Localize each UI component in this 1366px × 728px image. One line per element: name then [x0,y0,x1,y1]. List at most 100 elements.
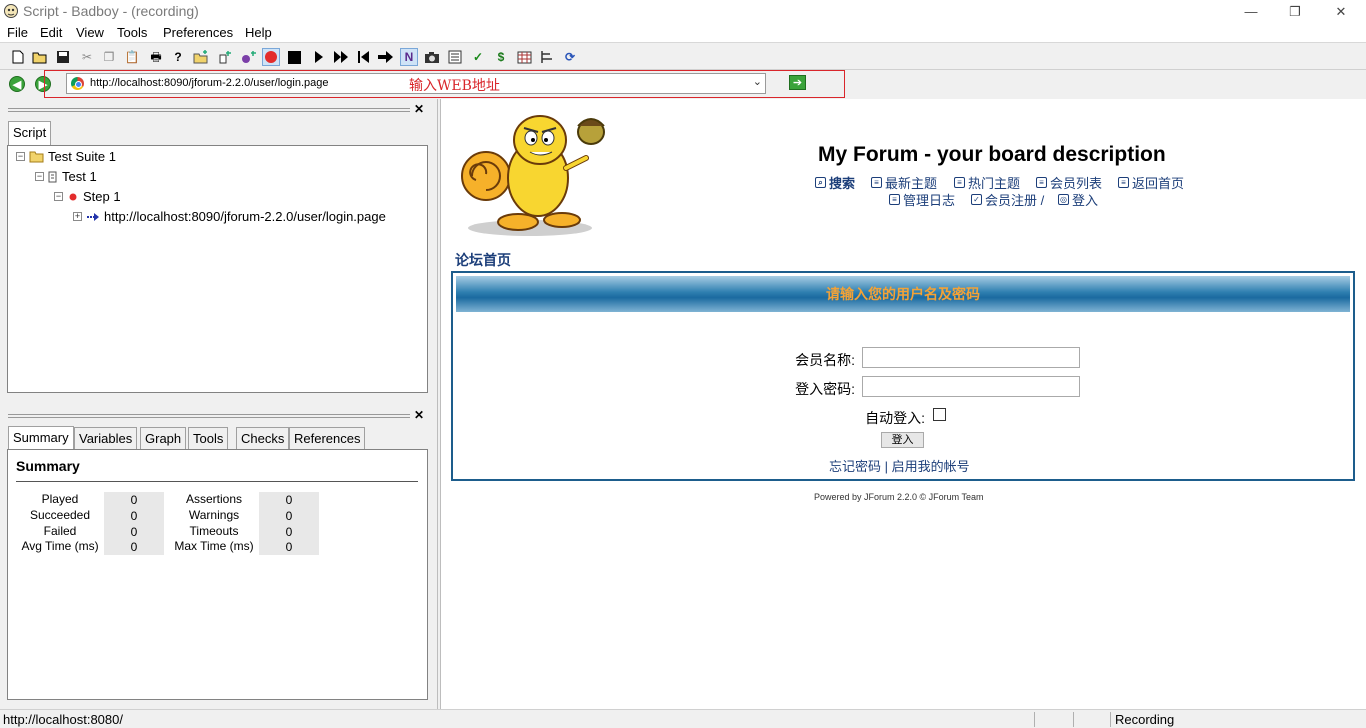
help-icon[interactable]: ? [169,48,187,66]
collapse-icon[interactable]: − [54,192,63,201]
tab-variables[interactable]: Variables [74,427,138,449]
add-folder-icon[interactable] [192,48,210,66]
username-field[interactable] [862,347,1080,368]
warnings-label: Warnings [188,508,240,522]
status-url: http://localhost:8080/ [3,712,123,727]
script-tree: − Test Suite 1 − Test 1 − Step 1 + http:… [7,145,428,393]
close-button[interactable]: ✕ [1318,0,1364,23]
autologin-checkbox[interactable] [933,408,946,421]
copy-icon[interactable]: ❐ [100,48,118,66]
tree-node-test[interactable]: − Test 1 [35,169,97,184]
request-arrow-icon [87,212,99,221]
refresh-icon[interactable]: ⟳ [561,48,579,66]
check-icon[interactable]: ✓ [469,48,487,66]
link-moderation-log[interactable]: ≡ 管理日志 [889,190,955,209]
paste-icon[interactable]: 📋 [123,48,141,66]
collapse-icon[interactable]: − [16,152,25,161]
link-login[interactable]: ◎ 登入 [1058,190,1098,209]
summary-title: Summary [16,458,80,474]
tab-references[interactable]: References [289,427,366,449]
title-bar: Script - Badboy - (recording) — ❐ ✕ [0,0,1366,23]
dollar-icon[interactable]: $ [492,48,510,66]
tree-node-step[interactable]: − Step 1 [54,189,121,204]
tree-node-request[interactable]: + http://localhost:8090/jforum-2.2.0/use… [73,209,386,224]
go-arrow-icon[interactable]: ➔ [789,75,806,90]
link-register-label: 会员注册 / [985,193,1045,208]
max-time-value: 0 [259,539,319,555]
tab-graph[interactable]: Graph [140,427,187,449]
password-field[interactable] [862,376,1080,397]
timeouts-label: Timeouts [189,524,239,538]
record-icon[interactable] [262,48,280,66]
tab-summary[interactable]: Summary [8,426,74,450]
menu-view[interactable]: View [76,25,104,40]
play-icon[interactable] [310,48,328,66]
tree-node-suite[interactable]: − Test Suite 1 [16,149,116,164]
divider [1034,712,1035,727]
username-label: 会员名称: [795,352,855,368]
divider [16,481,418,482]
variable-icon[interactable] [240,48,258,66]
assertions-value: 0 [259,492,319,508]
breadcrumb[interactable]: 论坛首页 [455,250,511,270]
topic-icon: ≡ [954,177,965,188]
rewind-icon[interactable] [355,48,373,66]
report-icon[interactable] [446,48,464,66]
step-icon[interactable] [377,48,395,66]
login-icon: ◎ [1058,194,1069,205]
login-button[interactable]: 登入 [881,432,924,448]
table-icon[interactable] [515,48,533,66]
assertions-label: Assertions [185,492,243,506]
close-icon[interactable]: ✕ [414,102,424,116]
folder-icon [29,151,44,162]
warnings-value: 0 [259,508,319,524]
menu-tools[interactable]: Tools [117,25,147,40]
link-home-label: 返回首页 [1132,176,1185,191]
cut-icon[interactable]: ✂ [78,48,96,66]
autologin-label: 自动登入: [865,410,925,426]
link-search[interactable]: ⌕ 搜索 [815,173,855,192]
new-icon[interactable] [9,48,27,66]
pane-grip[interactable] [8,414,410,418]
menu-preferences[interactable]: Preferences [163,25,233,40]
search-icon: ⌕ [815,177,826,188]
menu-file[interactable]: File [7,25,28,40]
open-icon[interactable] [31,48,49,66]
close-icon[interactable]: ✕ [414,408,424,422]
tree-icon[interactable] [538,48,556,66]
pane-grip[interactable] [8,108,410,112]
account-links[interactable]: 忘记密码 | 启用我的帐号 [829,456,970,475]
powered-by: Powered by JForum 2.2.0 © JForum Team [814,492,984,502]
link-search-label: 搜索 [829,176,856,191]
login-header: 请输入您的用户名及密码 [456,276,1350,312]
tab-script[interactable]: Script [8,121,52,145]
menu-edit[interactable]: Edit [40,25,62,40]
list-icon: ≡ [1118,177,1129,188]
stop-icon[interactable] [285,48,303,66]
topic-icon: ≡ [871,177,882,188]
menu-bar: File Edit View Tools Preferences Help [0,23,1366,43]
link-home[interactable]: ≡ 返回首页 [1118,173,1184,192]
step-label: Step 1 [83,189,121,204]
failed-value: 0 [104,524,164,540]
login-header-title: 请输入您的用户名及密码 [826,286,980,302]
minimize-button[interactable]: — [1228,0,1274,23]
menu-help[interactable]: Help [245,25,272,40]
tab-tools[interactable]: Tools [188,427,229,449]
navigation-icon[interactable]: N [400,48,418,66]
expand-icon[interactable]: + [73,212,82,221]
print-icon[interactable]: 🖶 [147,48,165,66]
step-dot-icon [69,193,77,200]
save-icon[interactable] [54,48,72,66]
back-arrow-icon[interactable]: ◀ [9,76,25,92]
add-step-icon[interactable] [216,48,234,66]
collapse-icon[interactable]: − [35,172,44,181]
played-value: 0 [104,492,164,508]
link-moderation-log-label: 管理日志 [903,193,956,208]
restore-button[interactable]: ❐ [1272,0,1318,23]
tab-checks[interactable]: Checks [236,427,290,449]
toolbar: ✂ ❐ 📋 🖶 ? N ✓ $ ⟳ [0,44,1366,70]
screenshot-icon[interactable] [423,48,441,66]
play-all-icon[interactable] [332,48,350,66]
link-register[interactable]: ✓ 会员注册 / [971,190,1044,209]
